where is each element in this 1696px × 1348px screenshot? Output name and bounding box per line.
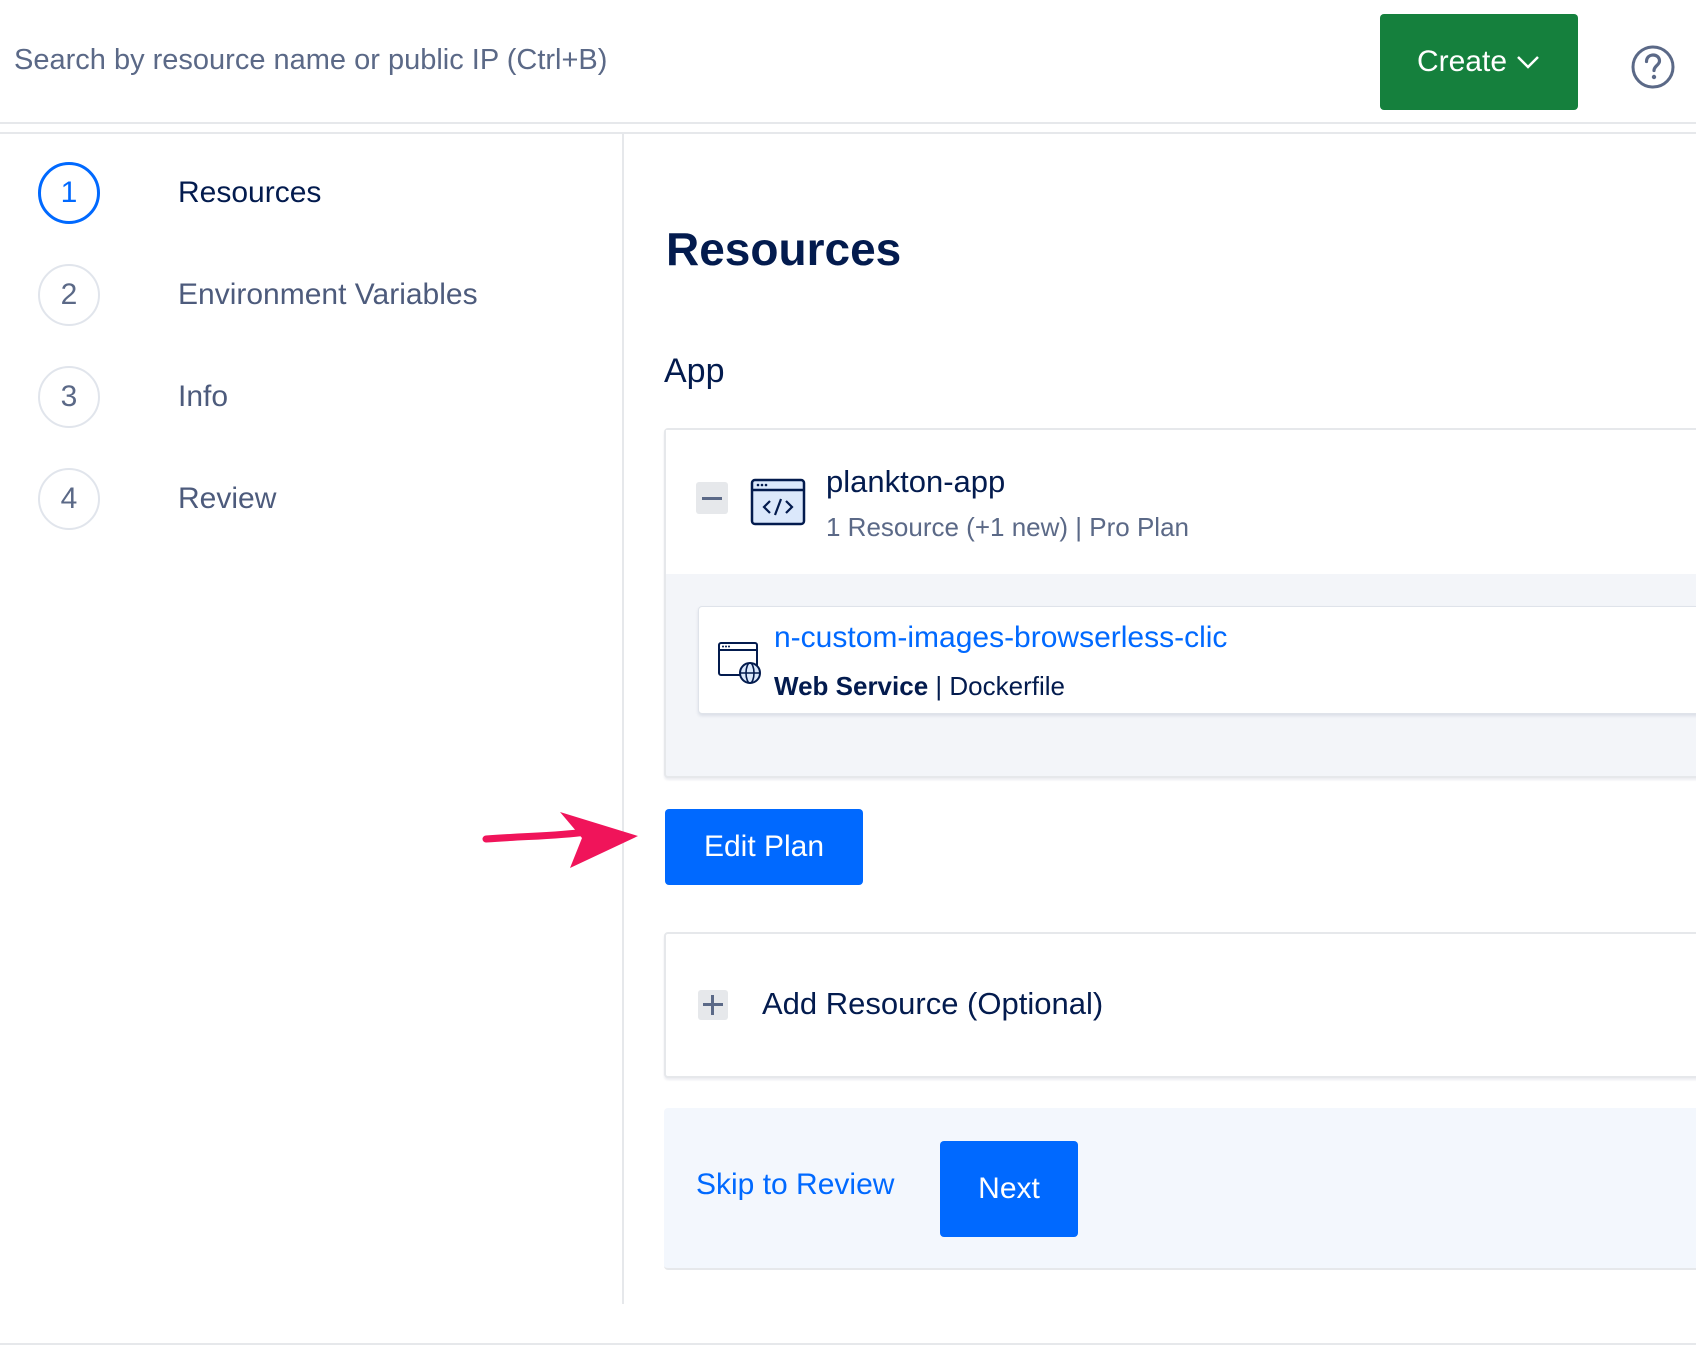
skip-to-review-link[interactable]: Skip to Review	[696, 1168, 894, 1202]
step-label: Environment Variables	[178, 278, 478, 311]
app-code-icon	[750, 478, 806, 526]
step-label: Info	[178, 380, 229, 413]
plus-icon	[698, 990, 728, 1020]
app-card: plankton-app 1 Resource (+1 new) | Pro P…	[664, 428, 1696, 778]
component-card: n-custom-images-browserless-clic Web Ser…	[698, 606, 1696, 714]
component-name-link[interactable]: n-custom-images-browserless-clic	[774, 621, 1227, 655]
step-resources[interactable]: 1 Resources	[38, 162, 321, 224]
create-button[interactable]: Create	[1380, 14, 1578, 110]
app-meta: 1 Resource (+1 new) | Pro Plan	[826, 512, 1189, 542]
collapse-icon[interactable]	[696, 482, 728, 514]
step-footer: Skip to Review Next	[664, 1108, 1696, 1270]
step-review[interactable]: 4 Review	[38, 468, 276, 530]
help-icon[interactable]	[1630, 44, 1676, 90]
stepper: 1 Resources 2 Environment Variables 3 In…	[0, 134, 624, 1304]
step-number: 4	[38, 468, 100, 530]
step-info[interactable]: 3 Info	[38, 366, 228, 428]
step-label: Review	[178, 482, 277, 515]
step-label: Resources	[178, 176, 322, 209]
section-title-app: App	[664, 352, 725, 390]
search-input[interactable]	[14, 44, 914, 77]
chevron-down-icon	[1517, 56, 1539, 69]
app-name: plankton-app	[826, 464, 1006, 499]
top-bar: Create	[0, 0, 1696, 124]
app-card-header: plankton-app 1 Resource (+1 new) | Pro P…	[666, 430, 1696, 574]
component-meta: Web Service | Dockerfile	[774, 671, 1065, 701]
step-number: 3	[38, 366, 100, 428]
web-service-icon	[718, 642, 761, 684]
add-resource-label: Add Resource (Optional)	[762, 986, 1104, 1021]
step-environment-variables[interactable]: 2 Environment Variables	[38, 264, 478, 326]
next-button[interactable]: Next	[940, 1141, 1078, 1237]
page-title: Resources	[666, 223, 902, 275]
edit-plan-button[interactable]: Edit Plan	[665, 809, 863, 885]
create-button-label: Create	[1416, 45, 1508, 78]
component-source: Dockerfile	[949, 671, 1065, 701]
step-number: 2	[38, 264, 100, 326]
step-number: 1	[38, 162, 100, 224]
add-resource-card[interactable]: Add Resource (Optional)	[664, 932, 1696, 1078]
component-type: Web Service	[774, 671, 929, 701]
annotation-arrow-icon	[482, 812, 638, 868]
